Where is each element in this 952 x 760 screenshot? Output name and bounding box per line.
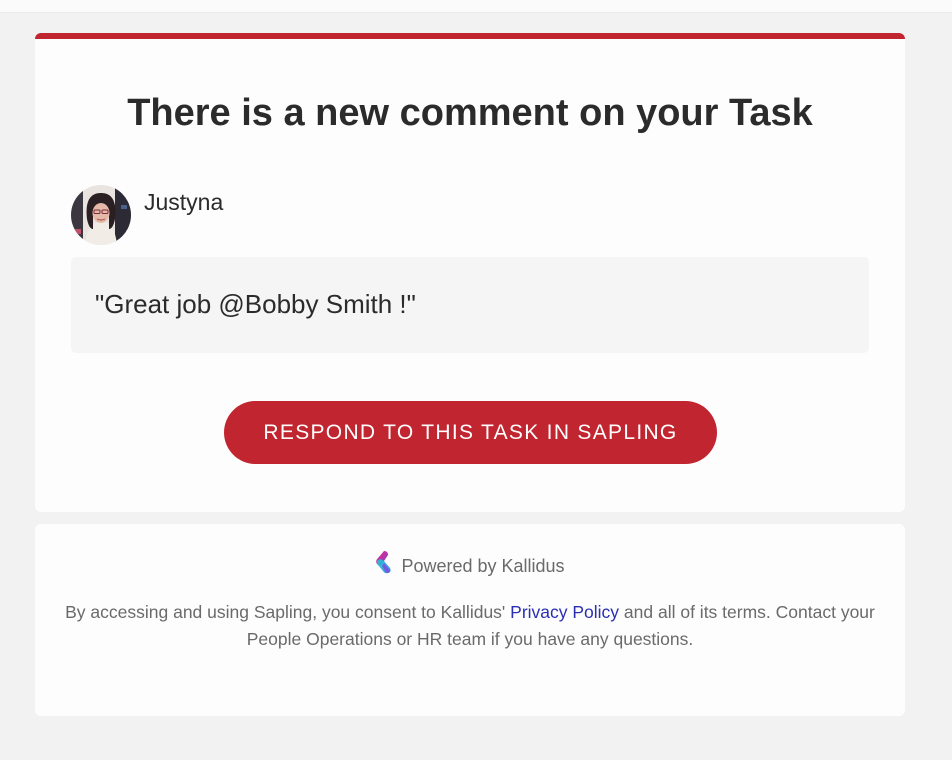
kallidus-logo-icon [375,550,395,580]
commenter-name: Justyna [144,189,224,215]
legal-notice: By accessing and using Sapling, you cons… [65,599,875,653]
commenter-avatar [71,185,131,245]
notification-card: There is a new comment on your Task Just… [35,33,905,512]
respond-task-button[interactable]: RESPOND TO THIS TASK IN SAPLING [224,401,717,464]
legal-text-before: By accessing and using Sapling, you cons… [65,602,511,622]
comment-box: "Great job @Bobby Smith !" [71,257,869,353]
privacy-policy-link[interactable]: Privacy Policy [510,602,619,622]
top-bar [0,0,952,13]
powered-by: Powered by Kallidus [35,550,905,582]
powered-by-text: Powered by Kallidus [401,555,565,576]
comment-text: "Great job @Bobby Smith !" [95,289,416,319]
footer-card: Powered by Kallidus By accessing and usi… [35,524,905,716]
email-title: There is a new comment on your Task [127,92,813,134]
